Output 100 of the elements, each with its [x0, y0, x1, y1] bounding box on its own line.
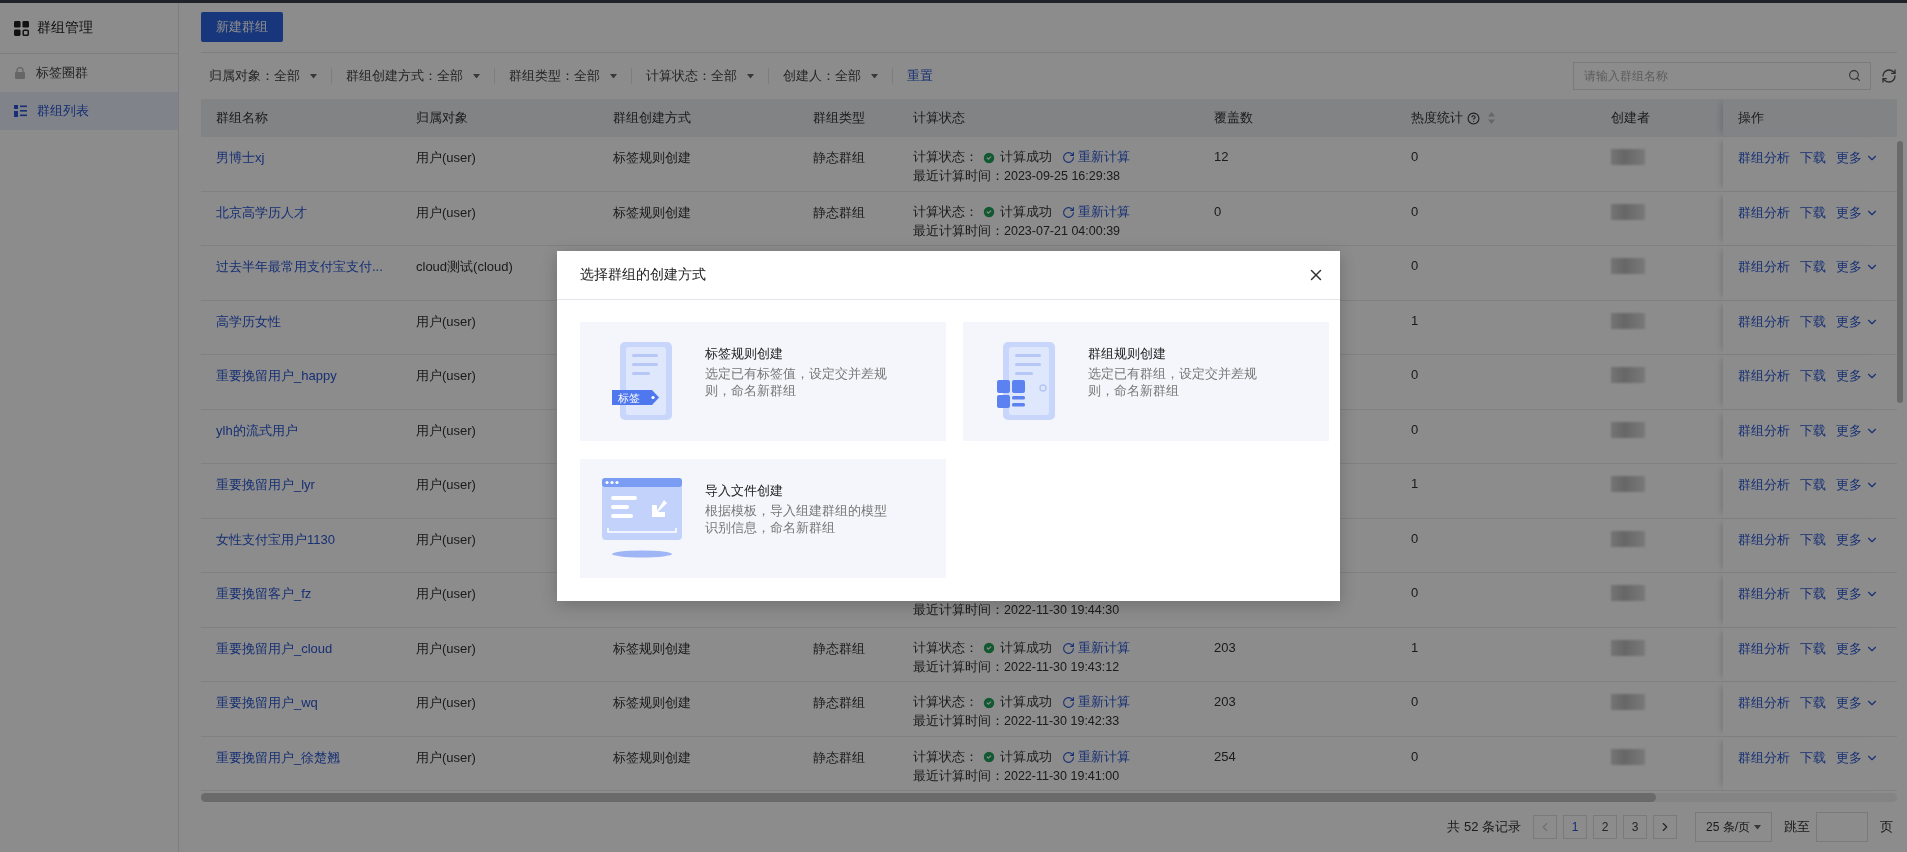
option-description: 选定已有群组，设定交并差规则，命名新群组 [1088, 366, 1258, 400]
more-link[interactable]: 更多 [1836, 258, 1879, 276]
status-text: 计算成功 [1000, 748, 1052, 766]
group-name-link[interactable]: 北京高学历人才 [216, 203, 307, 222]
action-link[interactable]: 下载 [1800, 585, 1826, 603]
filter-dropdown[interactable]: 群组创建方式：全部 [346, 67, 463, 85]
reset-link[interactable]: 重置 [907, 67, 933, 85]
table-cell: 254 [1214, 748, 1236, 764]
table-cell: 用户(user) [416, 203, 476, 222]
action-link[interactable]: 下载 [1800, 312, 1826, 331]
help-icon[interactable] [1467, 111, 1480, 125]
option-description: 根据模板，导入组建群组的模型识别信息，命名新群组 [705, 503, 888, 537]
more-link[interactable]: 更多 [1836, 585, 1879, 603]
more-link[interactable]: 更多 [1836, 149, 1879, 167]
recalculate-link[interactable]: 重新计算 [1062, 748, 1130, 766]
group-name-link[interactable]: 重要挽留用户_徐楚翘 [216, 748, 341, 767]
success-icon [982, 150, 996, 165]
action-link[interactable]: 群组分析 [1738, 694, 1790, 712]
filter-dropdown[interactable]: 创建人：全部 [783, 67, 861, 85]
next-page-button[interactable] [1653, 815, 1677, 839]
sidebar-item[interactable]: 群组列表 [0, 92, 178, 130]
more-link[interactable]: 更多 [1836, 694, 1879, 712]
page-button[interactable]: 3 [1623, 815, 1647, 839]
refresh-icon[interactable] [1881, 68, 1897, 84]
more-link[interactable]: 更多 [1836, 312, 1879, 331]
table-cell: 0 [1411, 421, 1419, 437]
filter-dropdown[interactable]: 群组类型：全部 [509, 67, 600, 85]
group-name-link[interactable]: 男博士xj [216, 149, 265, 167]
action-link[interactable]: 群组分析 [1738, 421, 1790, 440]
action-link[interactable]: 下载 [1800, 149, 1826, 167]
more-link[interactable]: 更多 [1836, 203, 1879, 222]
action-link[interactable]: 下载 [1800, 530, 1826, 549]
column-header: 热度统计 [1411, 109, 1463, 127]
creation-option-card[interactable]: 群组规则创建 选定已有群组，设定交并差规则，命名新群组 [963, 322, 1329, 441]
table-cell: 0 [1411, 530, 1419, 546]
action-link[interactable]: 下载 [1800, 748, 1826, 767]
action-link[interactable]: 群组分析 [1738, 476, 1790, 494]
table-cell: 用户(user) [416, 367, 476, 385]
table-cell: 1 [1411, 639, 1419, 655]
more-link[interactable]: 更多 [1836, 476, 1879, 494]
status-text: 计算成功 [1000, 149, 1052, 166]
more-link[interactable]: 更多 [1836, 748, 1879, 767]
caret-icon [310, 73, 317, 79]
more-link[interactable]: 更多 [1836, 367, 1879, 385]
column-header: 创建者 [1611, 109, 1650, 127]
recalculate-link[interactable]: 重新计算 [1062, 694, 1130, 711]
page-size-select[interactable]: 25 条/页 [1695, 812, 1772, 842]
action-link[interactable]: 下载 [1800, 258, 1826, 276]
action-link[interactable]: 群组分析 [1738, 585, 1790, 603]
recalculate-link[interactable]: 重新计算 [1062, 149, 1130, 166]
action-link[interactable]: 下载 [1800, 421, 1826, 440]
recalculate-link[interactable]: 重新计算 [1062, 639, 1130, 657]
group-name-link[interactable]: 重要挽留用户_lyr [216, 476, 315, 494]
page-button[interactable]: 2 [1593, 815, 1617, 839]
filter-dropdown[interactable]: 归属对象：全部 [209, 67, 300, 85]
action-link[interactable]: 群组分析 [1738, 530, 1790, 549]
action-link[interactable]: 下载 [1800, 694, 1826, 712]
action-link[interactable]: 下载 [1800, 203, 1826, 222]
action-link[interactable]: 群组分析 [1738, 203, 1790, 222]
action-link[interactable]: 群组分析 [1738, 312, 1790, 331]
calc-time: 最近计算时间：2022-11-30 19:44:30 [913, 602, 1120, 619]
action-link[interactable]: 群组分析 [1738, 149, 1790, 167]
vertical-scrollbar[interactable] [1897, 141, 1903, 403]
action-link[interactable]: 下载 [1800, 367, 1826, 385]
group-name-link[interactable]: 重要挽留用户_wq [216, 694, 318, 712]
group-name-link[interactable]: 重要挽留用户_happy [216, 367, 337, 385]
action-link[interactable]: 下载 [1800, 639, 1826, 658]
sidebar-item[interactable]: 标签圈群 [0, 54, 178, 92]
action-link[interactable]: 群组分析 [1738, 258, 1790, 276]
new-group-button[interactable]: 新建群组 [201, 12, 283, 42]
recalculate-link[interactable]: 重新计算 [1062, 203, 1130, 221]
group-name-link[interactable]: ylh的流式用户 [216, 421, 298, 440]
table-cell: 标签规则创建 [613, 748, 691, 767]
horizontal-scrollbar[interactable] [201, 793, 1656, 802]
more-link[interactable]: 更多 [1836, 421, 1879, 440]
group-name-link[interactable]: 女性支付宝用户1130 [216, 530, 335, 549]
group-name-link[interactable]: 重要挽留客户_fz [216, 585, 312, 603]
group-name-link[interactable]: 过去半年最常用支付宝支付... [216, 258, 383, 276]
table-cell: 标签规则创建 [613, 149, 691, 167]
filter-dropdown[interactable]: 计算状态：全部 [646, 67, 737, 85]
tag-label: 标签 [617, 391, 640, 404]
creation-option-card[interactable]: 导入文件创建 根据模板，导入组建群组的模型识别信息，命名新群组 [580, 459, 946, 578]
more-link[interactable]: 更多 [1836, 639, 1879, 658]
creation-option-card[interactable]: 标签 标签规则创建 选定已有标签值，设定交并差规则，命名新群组 [580, 322, 946, 441]
page-button[interactable]: 1 [1563, 815, 1587, 839]
group-name-link[interactable]: 重要挽留用户_cloud [216, 639, 333, 658]
more-link[interactable]: 更多 [1836, 530, 1879, 549]
table-cell: 静态群组 [813, 748, 865, 767]
sort-icon[interactable] [1488, 112, 1495, 124]
action-link[interactable]: 群组分析 [1738, 639, 1790, 658]
action-link[interactable]: 群组分析 [1738, 748, 1790, 767]
caret-icon [610, 73, 617, 79]
action-link[interactable]: 下载 [1800, 476, 1826, 494]
caret-icon [1754, 824, 1761, 830]
status-text: 计算成功 [1000, 694, 1052, 711]
table-cell: 0 [1411, 149, 1419, 164]
group-name-link[interactable]: 高学历女性 [216, 312, 281, 331]
action-link[interactable]: 群组分析 [1738, 367, 1790, 385]
table-cell: 1 [1411, 312, 1419, 328]
table-cell: 静态群组 [813, 149, 865, 167]
